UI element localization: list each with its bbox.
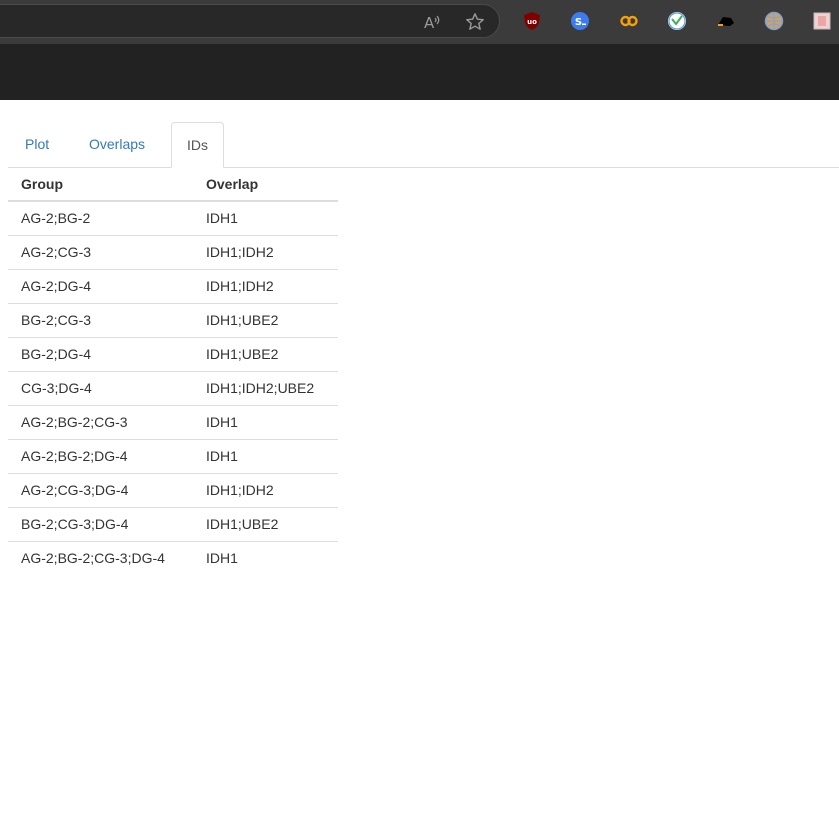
table-row: AG-2;BG-2 IDH1 [8,201,338,236]
table-row: AG-2;CG-3;DG-4 IDH1;IDH2 [8,473,338,508]
ids-table: Group Overlap AG-2;BG-2 IDH1 AG-2;CG-3 I… [8,168,338,575]
overlap-cell: IDH1;IDH2;UBE2 [193,371,338,406]
table-row: CG-3;DG-4 IDH1;IDH2;UBE2 [8,371,338,406]
tab-plot[interactable]: Plot [10,122,64,167]
overlap-cell: IDH1 [193,439,338,474]
tab-ids[interactable]: IDs [171,122,224,168]
app-header-bar [0,44,839,100]
infinity-icon[interactable] [619,11,639,31]
s-extension-icon[interactable]: S [570,11,590,31]
tab-bar: Plot Overlaps IDs [8,122,839,168]
group-cell: BG-2;DG-4 [8,337,193,372]
column-header-overlap[interactable]: Overlap [193,168,338,202]
group-cell: AG-2;BG-2;DG-4 [8,439,193,474]
svg-text:uo: uo [527,18,537,26]
overlap-cell: IDH1;IDH2 [193,235,338,270]
table-header-row: Group Overlap [8,168,338,202]
group-cell: AG-2;DG-4 [8,269,193,304]
group-cell: AG-2;BG-2 [8,201,193,236]
address-bar[interactable]: A [0,4,500,38]
group-cell: BG-2;CG-3;DG-4 [8,507,193,542]
dark-shape-extension-icon[interactable] [716,11,736,31]
group-cell: BG-2;CG-3 [8,303,193,338]
circular-extension-icon[interactable] [667,11,687,31]
table-row: AG-2;BG-2;CG-3 IDH1 [8,405,338,440]
group-cell: AG-2;BG-2;CG-3;DG-4 [21,550,165,567]
table-row: AG-2;BG-2;CG-3;DG-4 IDH1 [8,541,338,575]
page-content: Plot Overlaps IDs Group Overlap AG-2;BG-… [0,100,839,839]
overlap-cell: IDH1;UBE2 [193,337,338,372]
column-header-group[interactable]: Group [8,168,193,202]
group-cell: CG-3;DG-4 [8,371,193,406]
ublock-origin-icon[interactable]: uo [522,11,542,31]
svg-text:A: A [424,14,435,32]
table-row: AG-2;DG-4 IDH1;IDH2 [8,269,338,304]
group-cell: AG-2;CG-3;DG-4 [8,473,193,508]
overlap-cell: IDH1;UBE2 [193,507,338,542]
overlap-cell: IDH1;IDH2 [193,473,338,508]
table-row: AG-2;BG-2;DG-4 IDH1 [8,439,338,474]
table-row: BG-2;DG-4 IDH1;UBE2 [8,337,338,372]
overlap-cell: IDH1 [206,550,238,567]
overlap-cell: IDH1 [193,405,338,440]
favorite-star-icon[interactable] [465,12,485,32]
overlap-cell: IDH1;IDH2 [193,269,338,304]
svg-text:S: S [575,17,582,28]
globe-extension-icon[interactable] [764,11,784,31]
overlap-cell: IDH1;UBE2 [193,303,338,338]
read-aloud-icon[interactable]: A [421,12,441,32]
pink-square-extension-icon[interactable] [812,11,832,31]
table-row: AG-2;CG-3 IDH1;IDH2 [8,235,338,270]
table-row: BG-2;CG-3 IDH1;UBE2 [8,303,338,338]
tab-overlaps[interactable]: Overlaps [74,122,160,167]
browser-toolbar: A uo S [0,0,839,44]
group-cell: AG-2;BG-2;CG-3 [8,405,193,440]
table-row: BG-2;CG-3;DG-4 IDH1;UBE2 [8,507,338,542]
overlap-cell: IDH1 [193,201,338,236]
group-cell: AG-2;CG-3 [8,235,193,270]
